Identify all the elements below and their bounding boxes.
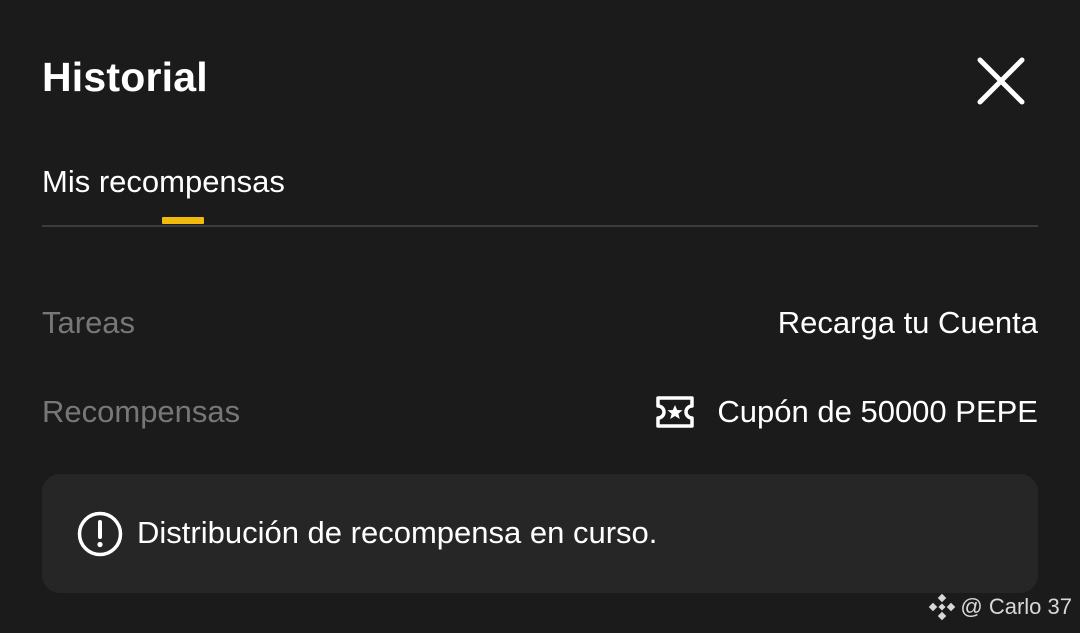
page-title: Historial (42, 54, 208, 100)
watermark-text: @ Carlo 37 (960, 594, 1072, 619)
tab-divider (42, 225, 1038, 227)
reward-value-text: Cupón de 50000 PEPE (717, 394, 1038, 429)
watermark: @ Carlo 37 (928, 593, 1072, 621)
history-sheet: Historial Mis recompensas Tareas Recarga… (0, 0, 1080, 633)
close-icon (977, 57, 1025, 105)
tab-mis-recompensas[interactable]: Mis recompensas (42, 160, 285, 204)
close-button[interactable] (972, 52, 1030, 110)
coupon-ticket-icon (656, 396, 695, 428)
status-notice: Distribución de recompensa en curso. (42, 474, 1038, 593)
binance-logo-icon (929, 593, 956, 621)
exclamation-circle-icon (77, 511, 123, 557)
active-tab-indicator (162, 217, 204, 224)
reward-value: Cupón de 50000 PEPE (655, 390, 1038, 434)
status-notice-text: Distribución de recompensa en curso. (137, 515, 658, 550)
task-value: Recarga tu Cuenta (778, 301, 1038, 345)
task-label: Tareas (42, 305, 136, 340)
reward-label: Recompensas (42, 394, 241, 429)
task-value-text: Recarga tu Cuenta (777, 305, 1038, 340)
